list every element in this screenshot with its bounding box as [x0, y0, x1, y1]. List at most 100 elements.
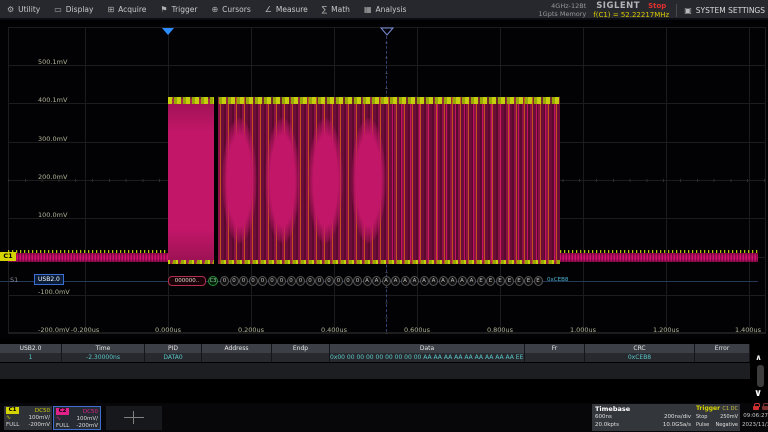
voltage-label: 200.0mV	[38, 173, 67, 181]
decode-byte-token: A	[458, 276, 467, 286]
channel-box-c1[interactable]: C1DC50∿100mV/FULL-200mV	[4, 406, 52, 430]
channel-row: ∿100mV/	[6, 414, 50, 421]
menu-item-label: Math	[331, 5, 350, 14]
table-cell: 1	[0, 353, 62, 362]
trigger-descriptor[interactable]: Trigger C1 DC Stop 250mV Pulse Negative	[694, 404, 740, 431]
decode-byte-token: A	[410, 276, 419, 286]
voltage-label: -100.0mV	[38, 288, 70, 296]
decode-byte-token: 0	[277, 276, 286, 286]
channel-coupling: DC50	[35, 408, 50, 414]
menu-item-analysis[interactable]: ▦Analysis	[357, 0, 413, 19]
channel-box-c2[interactable]: C2DC50∿100mV/FULL-200mV	[53, 406, 101, 430]
decode-byte-token: 0	[249, 276, 258, 286]
decode-byte-token: A	[429, 276, 438, 286]
time-label: -0.200us	[71, 326, 99, 334]
c1-trace-handle[interactable]: C1	[0, 252, 16, 261]
plus-icon	[124, 417, 144, 418]
table-cell: -2.30000ns	[62, 353, 145, 362]
menu-item-cursors[interactable]: ⊕Cursors	[204, 0, 257, 19]
waveform-display[interactable]: C1 S1 USB2.0 000000.. C3 000000000000000…	[0, 22, 768, 338]
math-icon: ∑	[322, 5, 327, 14]
system-settings-icon: ▣	[684, 6, 692, 15]
time-label: 0.400us	[321, 326, 347, 334]
top-status-cluster: 4GHz-12Bt 1Gpts Memory SIGLENT Stop f(C1…	[539, 0, 765, 20]
decode-table: USB2.0TimePIDAddressEndpDataFrCRCError1-…	[0, 344, 768, 379]
table-header-cell: Data	[330, 344, 525, 353]
trigger-slope: Negative	[716, 421, 738, 429]
decode-byte-token: A	[439, 276, 448, 286]
measure-icon: ∠	[265, 5, 272, 14]
system-time: 09:06:27	[742, 412, 768, 421]
decode-track: 000000.. C3 000000000000000AAAAAAAAAAAAE…	[0, 275, 768, 286]
divider	[676, 4, 677, 17]
time-label: 1.200us	[653, 326, 679, 334]
menu: ⚙Utility▭Display⊞Acquire⚑Trigger⊕Cursors…	[0, 0, 413, 19]
menu-item-utility[interactable]: ⚙Utility	[0, 0, 47, 19]
time-label: 0.200us	[238, 326, 264, 334]
system-settings-label: SYSTEM SETTINGS	[696, 6, 765, 15]
table-row[interactable]: 1-2.30000nsDATA00x00 00 00 00 00 00 00 0…	[0, 353, 750, 362]
lock-icon	[762, 406, 768, 410]
voltage-label: 500.1mV	[38, 58, 67, 66]
menu-item-acquire[interactable]: ⊞Acquire	[100, 0, 153, 19]
flag-icon: ⚑	[160, 5, 167, 14]
decode-byte-token: A	[467, 276, 476, 286]
channel-offset: -200mV	[76, 423, 98, 429]
trigger-source: C1 DC	[722, 405, 738, 413]
menu-item-measure[interactable]: ∠ Measure	[258, 0, 315, 19]
table-header-cell: PID	[145, 344, 202, 353]
table-cell	[525, 353, 585, 362]
timebase-title: Timebase	[595, 405, 691, 413]
voltage-label: -200.0mV	[38, 326, 70, 334]
channel-row: C1DC50	[6, 407, 50, 414]
table-scrollbar[interactable]	[757, 365, 764, 387]
timebase-descriptor[interactable]: Timebase 600ns 200ns/div 20.0kpts 10.0GS…	[592, 404, 694, 431]
menu-item-label: Cursors	[222, 5, 251, 14]
decode-byte-token: E	[496, 276, 505, 286]
system-settings-button[interactable]: ▣ SYSTEM SETTINGS	[684, 6, 765, 15]
decode-table-rows: USB2.0TimePIDAddressEndpDataFrCRCError1-…	[0, 344, 768, 362]
c1-waveform-top	[168, 97, 560, 104]
menu-item-math[interactable]: ∑ Math	[315, 0, 357, 19]
add-channel-button[interactable]	[106, 406, 162, 430]
decode-byte-token: 0	[258, 276, 267, 286]
table-header-cell: Address	[202, 344, 272, 353]
plus-icon	[133, 411, 134, 424]
trigger-delay-marker[interactable]	[162, 28, 174, 35]
system-date: 2023/11/3	[742, 421, 768, 430]
decode-byte-token: 0	[220, 276, 229, 286]
decode-byte-token: A	[363, 276, 372, 286]
decode-byte-token: 0	[306, 276, 315, 286]
waveform-dense-section	[168, 99, 214, 262]
decode-byte-token: 0	[344, 276, 353, 286]
table-cell	[202, 353, 272, 362]
table-header-cell: USB2.0	[0, 344, 62, 353]
bandwidth-label: 4GHz-12Bt	[539, 2, 587, 10]
table-cell: 0xCEB8	[585, 353, 695, 362]
trigger-center-marker[interactable]	[380, 27, 394, 36]
decode-byte-token: 0	[315, 276, 324, 286]
top-menu-bar: ⚙Utility▭Display⊞Acquire⚑Trigger⊕Cursors…	[0, 0, 768, 20]
channel-row: C2DC50	[56, 408, 98, 415]
decode-byte-token: A	[372, 276, 381, 286]
menu-item-display[interactable]: ▭Display	[47, 0, 100, 19]
waveform-icon: ∿	[6, 415, 11, 421]
decode-byte-token: A	[382, 276, 391, 286]
decode-byte-token: A	[401, 276, 410, 286]
menu-item-trigger[interactable]: ⚑Trigger	[153, 0, 204, 19]
acquisition-status: Stop	[648, 2, 666, 10]
decode-byte-token: E	[486, 276, 495, 286]
voltage-label: 100.0mV	[38, 211, 67, 219]
table-expand-chevron-icon[interactable]: ∨	[750, 388, 766, 402]
menu-item-label: Acquire	[118, 5, 146, 14]
decode-table-empty-area	[0, 363, 750, 379]
table-scroll-up-button[interactable]: ∧	[751, 352, 766, 363]
menu-item-label: Measure	[276, 5, 308, 14]
table-cell	[272, 353, 330, 362]
decode-byte-token: E	[477, 276, 486, 286]
decode-byte-token: E	[515, 276, 524, 286]
c1-waveform-bottom	[168, 260, 560, 264]
time-label: 0.800us	[487, 326, 513, 334]
time-label: 0.600us	[404, 326, 430, 334]
time-label: 0.000us	[155, 326, 181, 334]
